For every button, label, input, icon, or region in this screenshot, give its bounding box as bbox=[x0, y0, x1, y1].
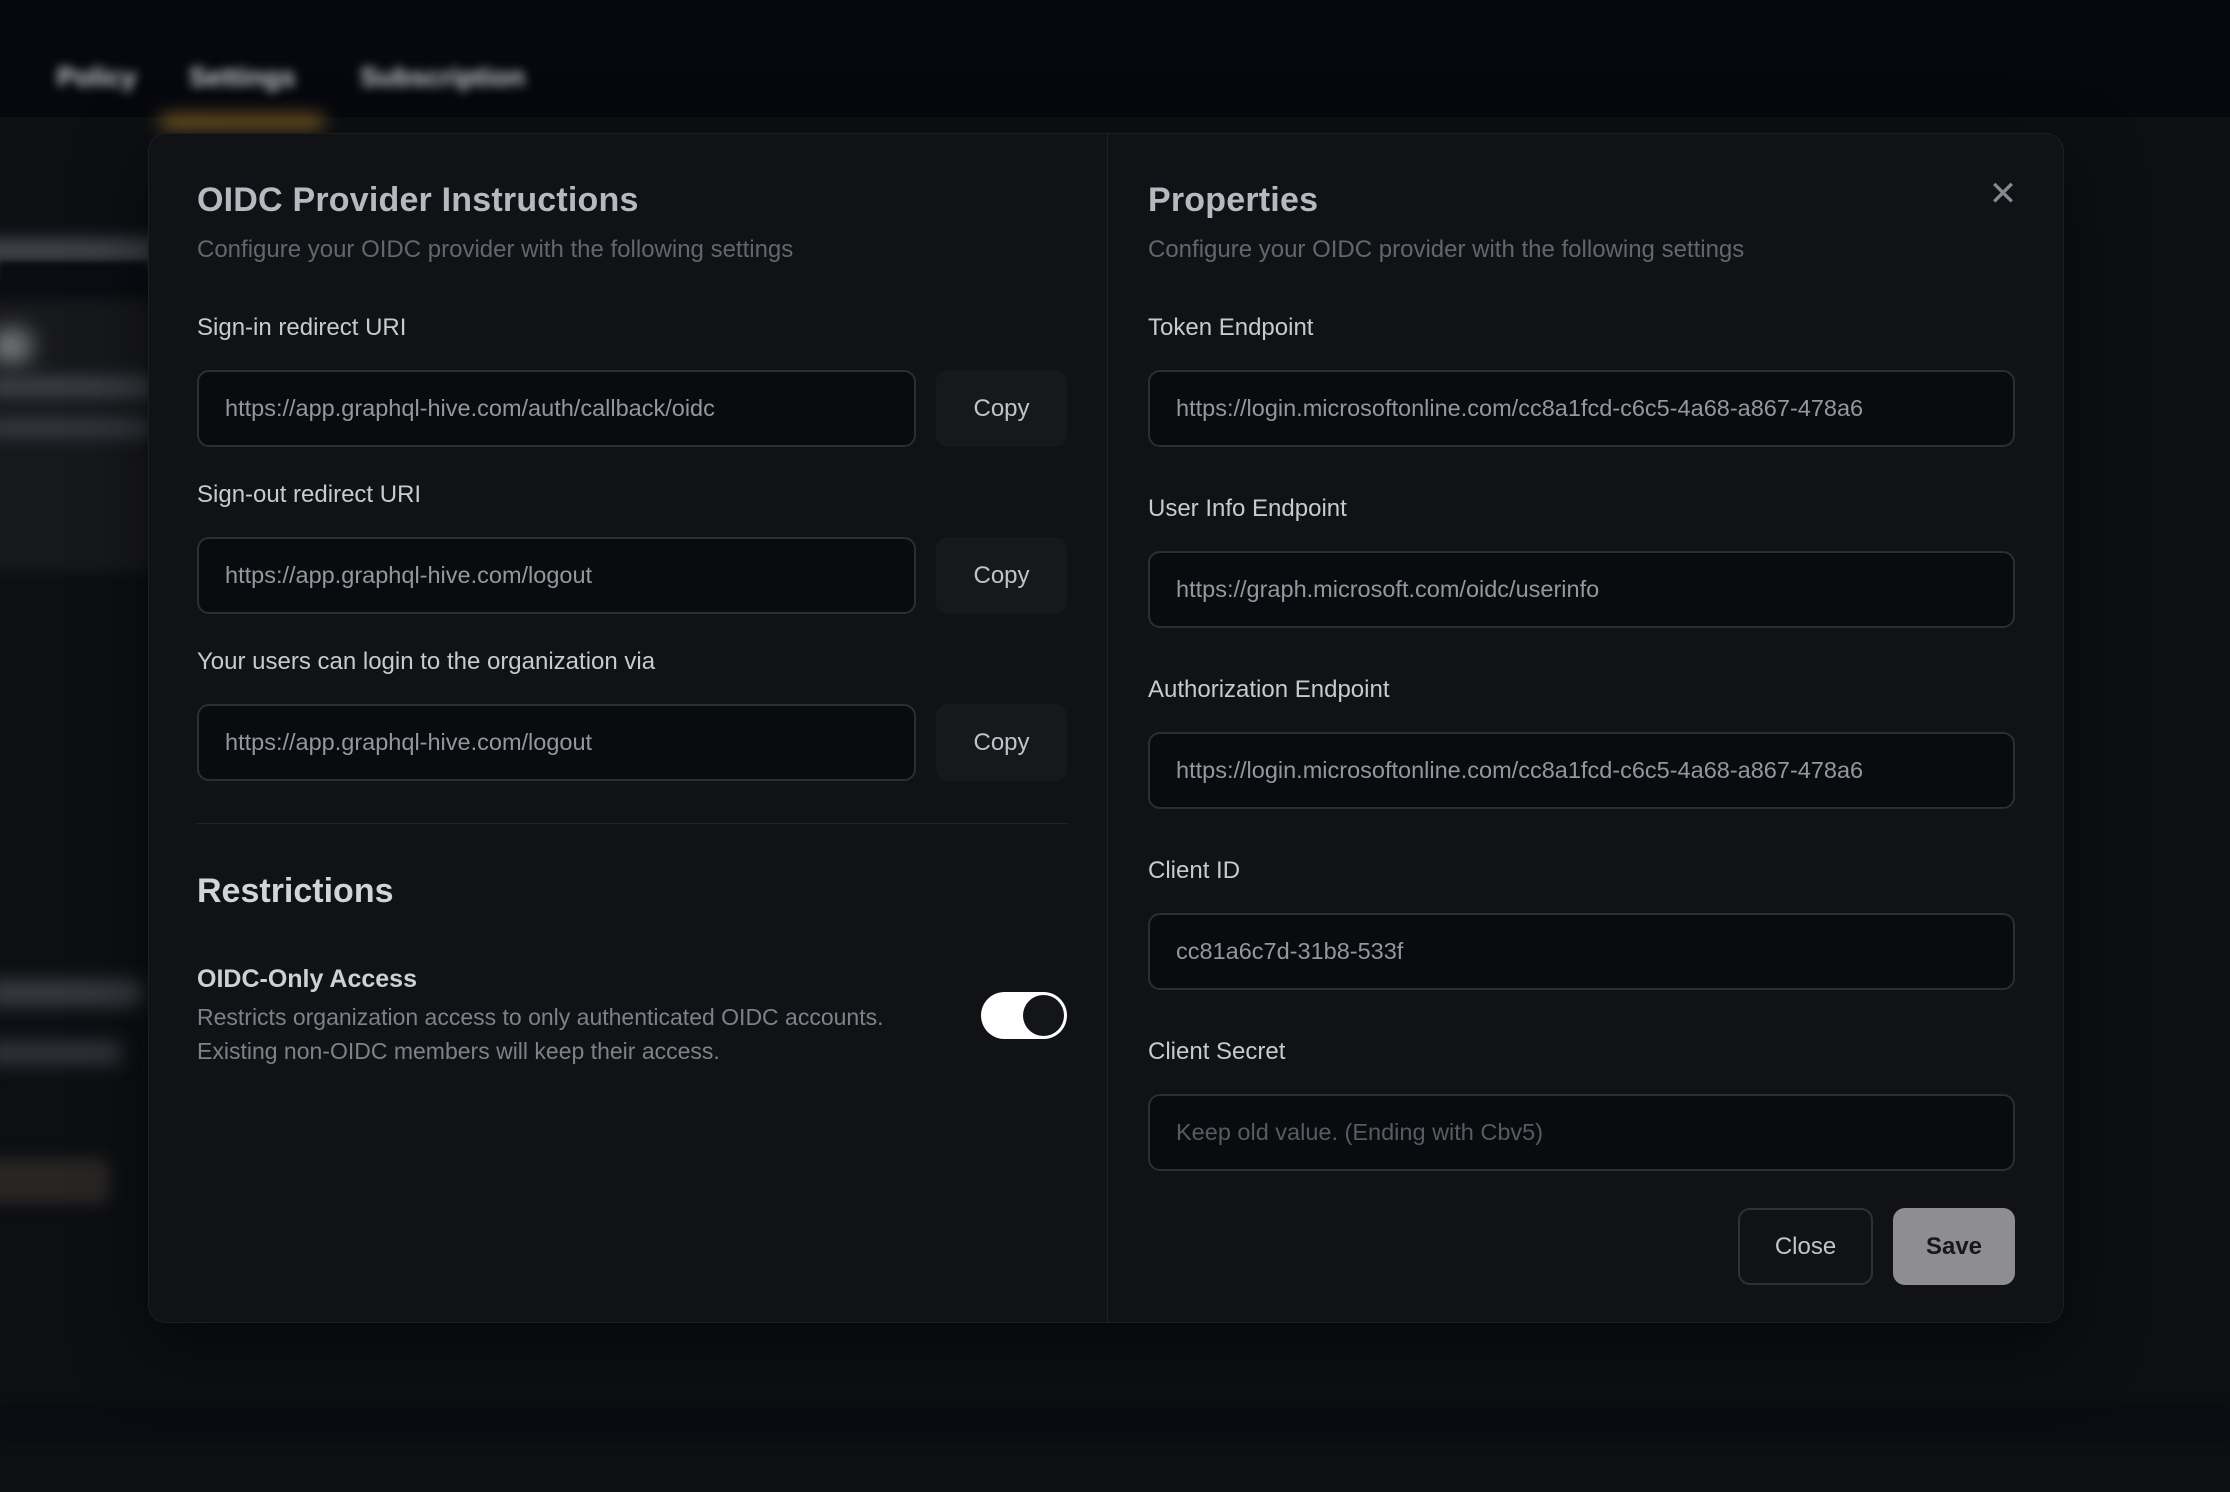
copy-signout-uri-button[interactable]: Copy bbox=[936, 537, 1067, 614]
tab-settings[interactable]: Settings bbox=[189, 62, 296, 108]
user-info-endpoint-input[interactable] bbox=[1148, 551, 2015, 628]
screen: Policy Settings Subscription ✕ OIDC Prov… bbox=[0, 0, 2230, 1492]
client-secret-input[interactable] bbox=[1148, 1094, 2015, 1171]
background-tab-bar: Policy Settings Subscription bbox=[0, 0, 2230, 117]
client-id-label: Client ID bbox=[1148, 855, 2015, 887]
signout-redirect-uri-input[interactable] bbox=[197, 537, 916, 614]
properties-section: Properties Configure your OIDC provider … bbox=[1108, 134, 2063, 1322]
oidc-only-access-description: Restricts organization access to only au… bbox=[197, 1000, 884, 1068]
section-title: Properties bbox=[1148, 178, 2015, 222]
section-title: OIDC Provider Instructions bbox=[197, 178, 1067, 222]
blurred-background-text bbox=[0, 238, 156, 264]
save-button[interactable]: Save bbox=[1893, 1208, 2015, 1285]
signout-redirect-uri-label: Sign-out redirect URI bbox=[197, 479, 1067, 511]
oidc-instructions-section: OIDC Provider Instructions Configure you… bbox=[149, 134, 1108, 1322]
blurred-background-button bbox=[0, 1158, 110, 1204]
tab-policy[interactable]: Policy bbox=[57, 62, 137, 108]
organization-login-uri-input[interactable] bbox=[197, 704, 916, 781]
blurred-background-text bbox=[0, 330, 30, 362]
section-subtitle: Configure your OIDC provider with the fo… bbox=[197, 234, 1067, 266]
client-id-input[interactable] bbox=[1148, 913, 2015, 990]
close-icon[interactable]: ✕ bbox=[1977, 168, 2029, 220]
signin-redirect-uri-input[interactable] bbox=[197, 370, 916, 447]
blurred-background-text bbox=[0, 1042, 122, 1064]
authorization-endpoint-label: Authorization Endpoint bbox=[1148, 674, 2015, 706]
copy-signin-uri-button[interactable]: Copy bbox=[936, 370, 1067, 447]
description-line: Existing non-OIDC members will keep thei… bbox=[197, 1038, 720, 1064]
oidc-only-access-row: OIDC-Only Access Restricts organization … bbox=[197, 962, 1067, 1068]
active-tab-indicator bbox=[160, 116, 324, 128]
token-endpoint-input[interactable] bbox=[1148, 370, 2015, 447]
blurred-background-band bbox=[0, 262, 148, 292]
close-button[interactable]: Close bbox=[1738, 1208, 1873, 1285]
toggle-knob bbox=[1023, 995, 1064, 1036]
copy-login-uri-button[interactable]: Copy bbox=[936, 704, 1067, 781]
blurred-background-text bbox=[0, 980, 142, 1006]
dialog-actions: Close Save bbox=[1148, 1208, 2015, 1285]
blurred-background-text bbox=[0, 418, 150, 438]
restrictions-heading: Restrictions bbox=[197, 870, 1067, 912]
signin-redirect-uri-label: Sign-in redirect URI bbox=[197, 312, 1067, 344]
blurred-background-card bbox=[0, 300, 152, 572]
tab-subscription[interactable]: Subscription bbox=[360, 62, 525, 108]
oidc-only-access-label: OIDC-Only Access bbox=[197, 962, 884, 996]
blurred-background-text bbox=[0, 376, 152, 398]
client-secret-label: Client Secret bbox=[1148, 1036, 2015, 1068]
oidc-settings-dialog: ✕ OIDC Provider Instructions Configure y… bbox=[148, 133, 2064, 1323]
blurred-background-band bbox=[0, 1404, 2230, 1442]
description-line: Restricts organization access to only au… bbox=[197, 1004, 884, 1030]
organization-login-uri-label: Your users can login to the organization… bbox=[197, 646, 1067, 678]
section-divider bbox=[197, 823, 1067, 824]
user-info-endpoint-label: User Info Endpoint bbox=[1148, 493, 2015, 525]
authorization-endpoint-input[interactable] bbox=[1148, 732, 2015, 809]
section-subtitle: Configure your OIDC provider with the fo… bbox=[1148, 234, 2015, 266]
token-endpoint-label: Token Endpoint bbox=[1148, 312, 2015, 344]
oidc-only-access-toggle[interactable] bbox=[981, 992, 1067, 1039]
